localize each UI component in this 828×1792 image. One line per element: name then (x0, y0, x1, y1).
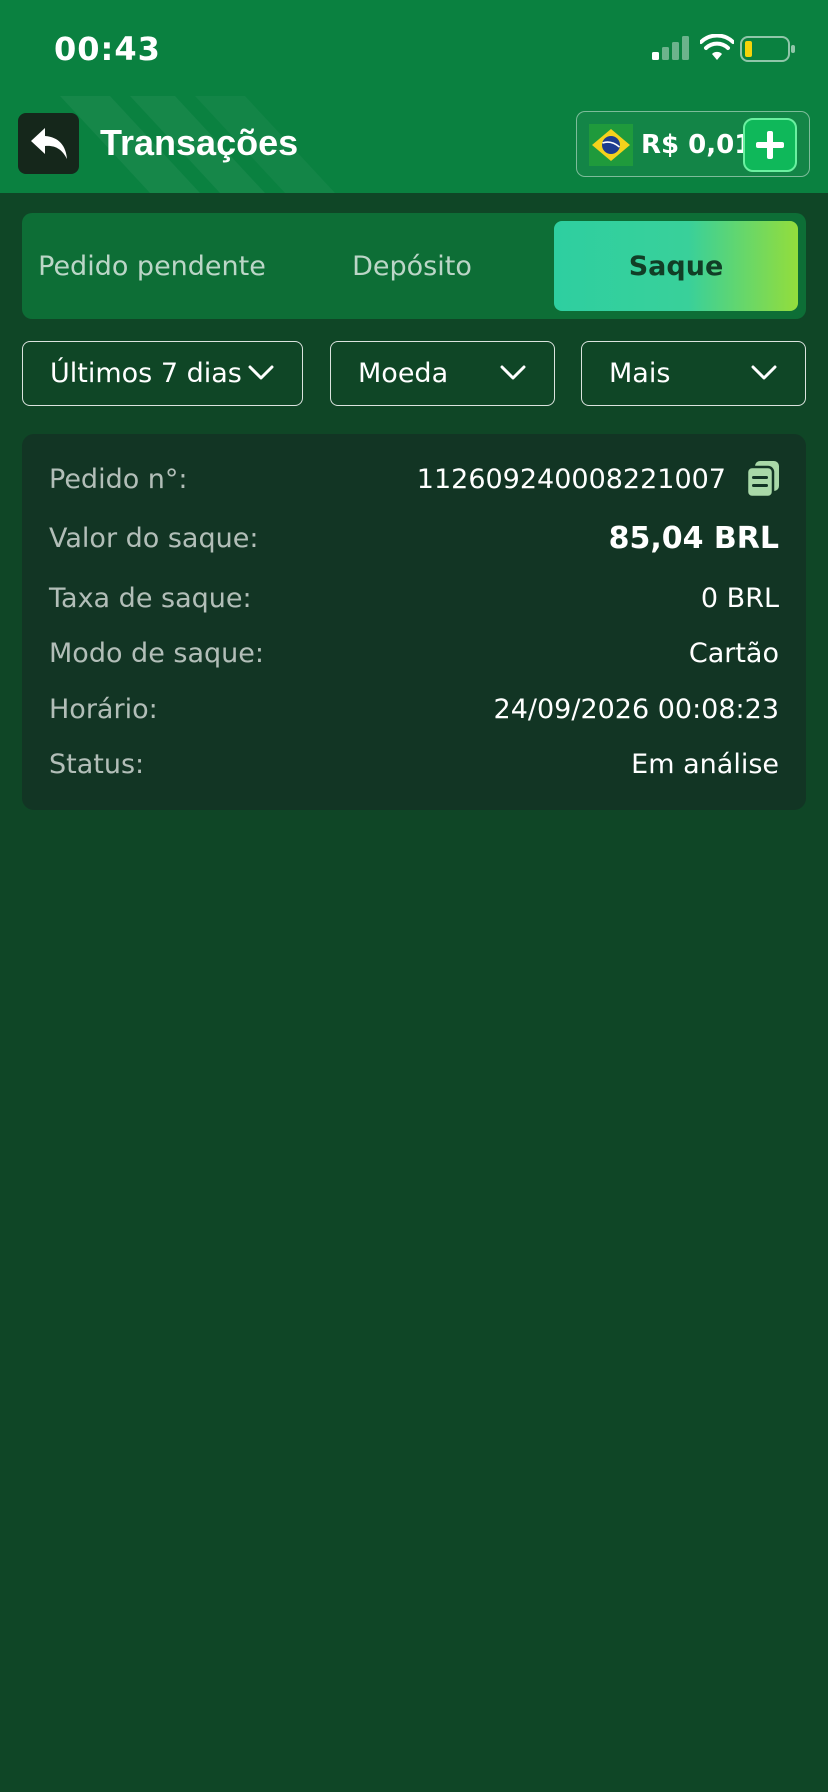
order-number-label: Pedido n°: (49, 464, 188, 495)
more-filters-label: Mais (609, 358, 671, 389)
chevron-down-icon (248, 365, 274, 380)
order-number-value: 112609240008221007 (416, 464, 726, 495)
date-range-dropdown[interactable]: Últimos 7 dias (22, 341, 303, 406)
transaction-card: Pedido n°: 112609240008221007 Valor do s… (22, 434, 806, 810)
balance-widget[interactable]: R$ 0,01 (576, 111, 810, 177)
wifi-icon (700, 34, 734, 60)
tab-deposit[interactable]: Depósito (282, 221, 542, 311)
transaction-type-tabs: Pedido pendente Depósito Saque (22, 213, 806, 319)
balance-amount: R$ 0,01 (641, 130, 753, 160)
battery-icon (740, 36, 795, 62)
withdraw-amount-value: 85,04 BRL (608, 521, 779, 556)
back-button[interactable] (18, 113, 79, 174)
withdraw-mode-value: Cartão (688, 638, 779, 669)
withdraw-amount-label: Valor do saque: (49, 523, 259, 554)
reply-arrow-icon (30, 127, 67, 159)
chevron-down-icon (751, 365, 777, 380)
plus-icon (756, 131, 784, 159)
more-filters-dropdown[interactable]: Mais (581, 341, 806, 406)
app-header: Transações R$ 0,01 (0, 96, 828, 193)
add-balance-button[interactable] (743, 118, 797, 172)
currency-dropdown[interactable]: Moeda (330, 341, 555, 406)
withdraw-fee-label: Taxa de saque: (49, 583, 252, 614)
copy-icon[interactable] (746, 460, 780, 498)
status-time: 00:43 (54, 30, 161, 68)
tab-pending-order[interactable]: Pedido pendente (22, 221, 282, 311)
tab-withdraw[interactable]: Saque (554, 221, 798, 311)
status-bar: 00:43 (0, 0, 828, 96)
time-label: Horário: (49, 694, 158, 725)
withdraw-mode-label: Modo de saque: (49, 638, 264, 669)
chevron-down-icon (500, 365, 526, 380)
page-title: Transações (100, 122, 299, 163)
date-range-label: Últimos 7 dias (50, 358, 242, 389)
withdraw-fee-value: 0 BRL (700, 583, 779, 614)
brazil-flag-icon (589, 124, 633, 166)
currency-label: Moeda (358, 358, 449, 389)
time-value: 24/09/2026 00:08:23 (493, 694, 779, 725)
status-value: Em análise (631, 749, 779, 780)
status-label: Status: (49, 749, 145, 780)
cellular-signal-icon (652, 36, 689, 60)
